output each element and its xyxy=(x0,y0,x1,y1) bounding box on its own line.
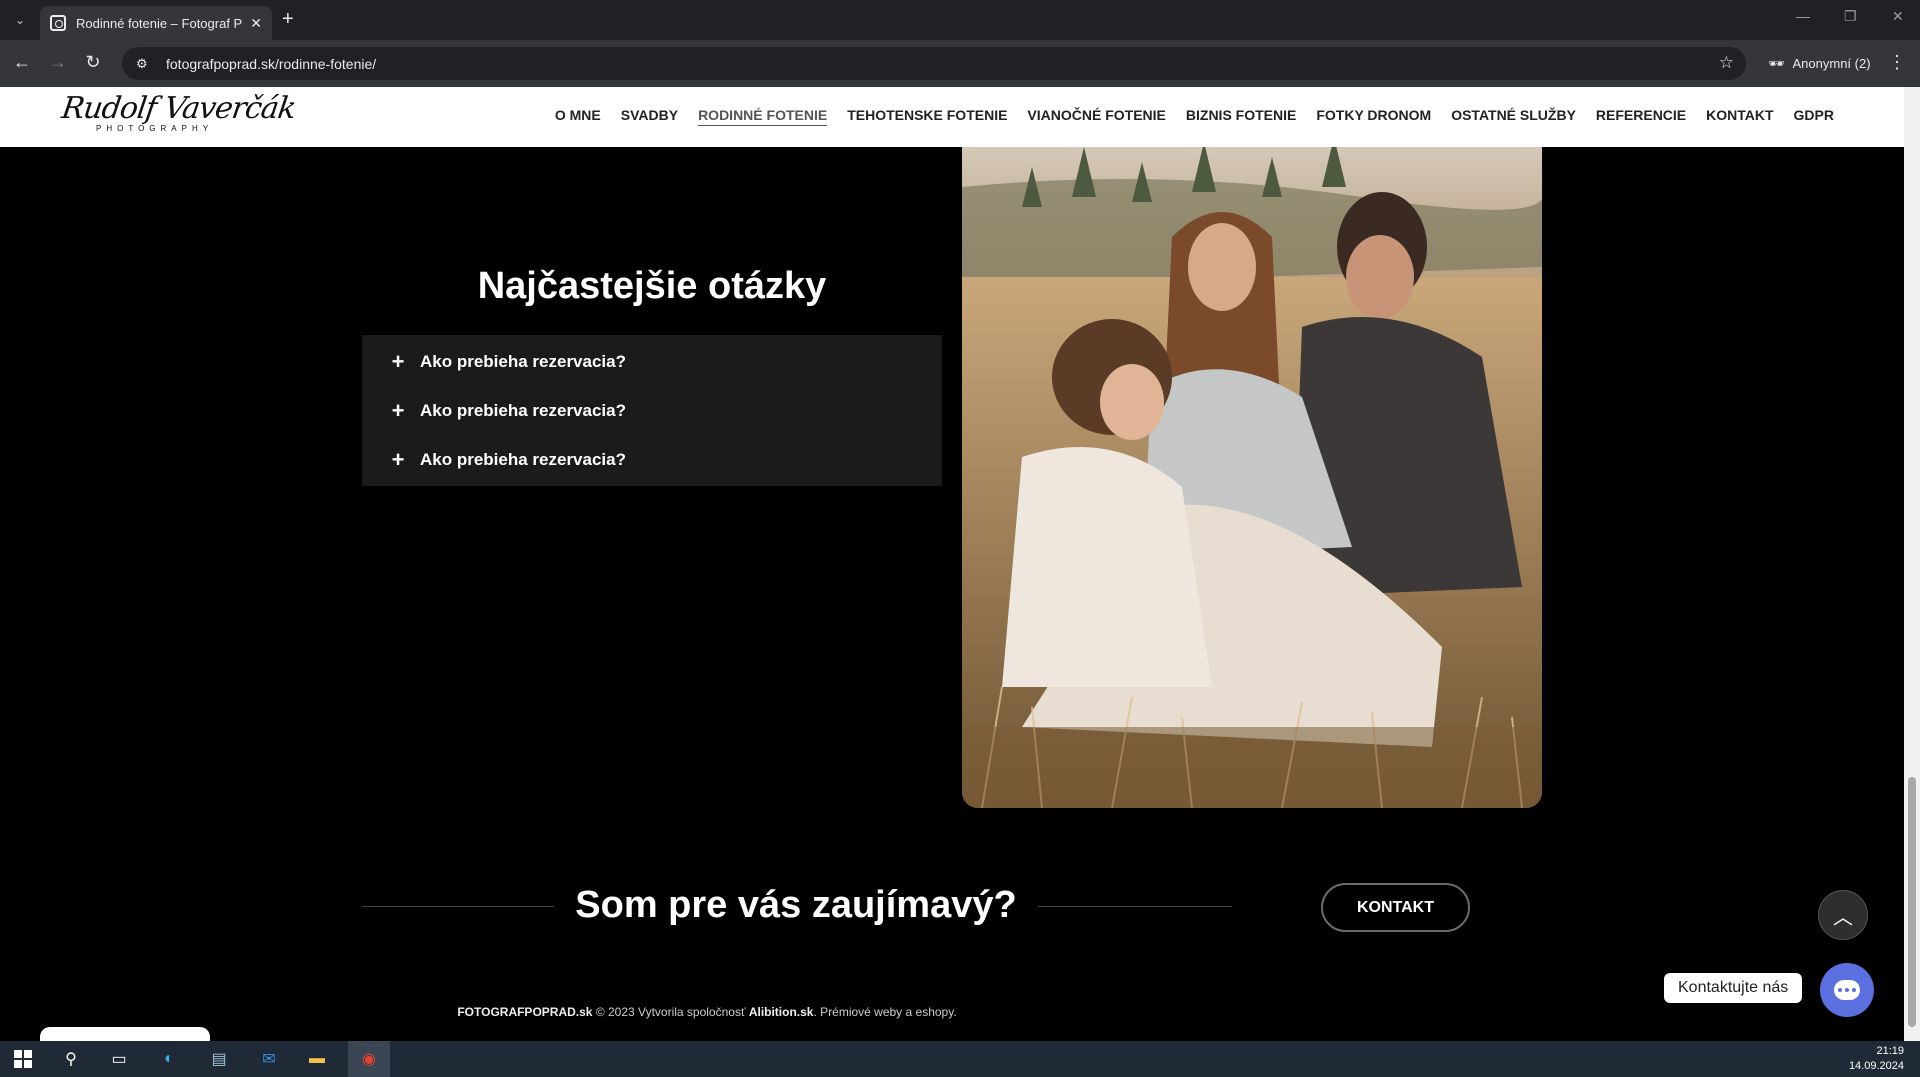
chat-widget-button[interactable] xyxy=(1820,963,1874,1017)
windows-start-icon[interactable] xyxy=(10,1047,36,1071)
profile-label: Anonymní (2) xyxy=(1792,56,1871,71)
faq-question: Ako prebieha rezervacia? xyxy=(420,449,626,469)
mail-icon[interactable]: ✉ xyxy=(256,1047,282,1071)
menu-item-biznis-fotenie[interactable]: BIZNIS FOTENIE xyxy=(1186,107,1296,126)
camera-favicon-icon xyxy=(50,15,66,31)
address-bar[interactable]: ⚙ fotografpoprad.sk/rodinne-fotenie/ ☆ xyxy=(122,47,1746,80)
menu-item-kontakt[interactable]: KONTAKT xyxy=(1706,107,1773,126)
web-page: Rudolf Vaverčák PHOTOGRAPHY O MNE SVADBY… xyxy=(0,87,1904,1041)
reload-icon[interactable]: ↻ xyxy=(81,52,105,73)
logo-signature: Rudolf Vaverčák xyxy=(59,91,298,126)
notepad-icon[interactable]: ▤ xyxy=(206,1047,232,1071)
menu-item-rodinne-fotenie[interactable]: RODINNÉ FOTENIE xyxy=(698,107,828,126)
menu-item-referencie[interactable]: REFERENCIE xyxy=(1596,107,1686,126)
faq-question: Ako prebieha rezervacia? xyxy=(420,400,626,420)
plus-icon: + xyxy=(391,397,405,423)
back-arrow-icon[interactable]: ← xyxy=(10,52,34,73)
menu-item-fotky-dronom[interactable]: FOTKY DRONOM xyxy=(1316,107,1431,126)
menu-item-svadby[interactable]: SVADBY xyxy=(621,107,678,126)
faq-item[interactable]: + Ako prebieha rezervacia? xyxy=(362,337,942,386)
menu-item-ostatne-sluzby[interactable]: OSTATNÉ SLUŽBY xyxy=(1451,107,1576,126)
browser-menu-icon[interactable]: ⋮ xyxy=(1888,52,1906,73)
family-photo xyxy=(962,127,1542,808)
chat-bubble-icon xyxy=(1834,980,1860,1000)
close-window-icon[interactable]: ✕ xyxy=(1892,8,1904,25)
footer-tagline: . Prémiové weby a eshopy. xyxy=(813,1005,957,1019)
forward-arrow-icon[interactable]: → xyxy=(46,52,70,73)
chrome-icon[interactable]: ◉ xyxy=(356,1047,382,1071)
footer-brand[interactable]: FOTOGRAFPOPRAD.sk xyxy=(457,1005,592,1019)
main-menu: O MNE SVADBY RODINNÉ FOTENIE TEHOTENSKE … xyxy=(555,107,1834,126)
file-explorer-icon[interactable]: ▬ xyxy=(304,1047,330,1071)
minimize-icon[interactable]: — xyxy=(1796,8,1810,24)
browser-toolbar: ← → ↻ ⚙ fotografpoprad.sk/rodinne-foteni… xyxy=(0,40,1920,87)
kontakt-button[interactable]: KONTAKT xyxy=(1321,883,1470,932)
scroll-to-top-chevron-icon[interactable]: ︿ xyxy=(1818,890,1868,940)
scrollbar-thumb[interactable] xyxy=(1908,777,1916,1027)
site-settings-icon[interactable]: ⚙ xyxy=(136,56,152,72)
faq-item[interactable]: + Ako prebieha rezervacia? xyxy=(362,435,942,484)
menu-item-o-mne[interactable]: O MNE xyxy=(555,107,601,126)
cta-divider-right xyxy=(1038,906,1232,907)
menu-item-gdpr[interactable]: GDPR xyxy=(1794,107,1834,126)
page-scrollbar[interactable] xyxy=(1904,87,1920,1041)
url-text: fotografpoprad.sk/rodinne-fotenie/ xyxy=(166,55,377,72)
new-tab-plus-icon[interactable]: + xyxy=(282,8,294,31)
system-clock[interactable]: 21:19 14.09.2024 xyxy=(1849,1044,1904,1074)
close-tab-icon[interactable]: ✕ xyxy=(250,15,262,32)
faq-heading: Najčastejšie otázky xyxy=(477,265,827,307)
edge-browser-icon[interactable]: ◐ xyxy=(156,1047,182,1071)
incognito-profile-button[interactable]: 🕶 Anonymní (2) xyxy=(1756,47,1883,80)
tab-list-chevron-icon[interactable]: ⌄ xyxy=(8,8,32,32)
footer-copyright: © 2023 Vytvorila spoločnosť xyxy=(595,1005,746,1019)
faq-accordion: + Ako prebieha rezervacia? + Ako prebieh… xyxy=(362,335,942,486)
site-logo[interactable]: Rudolf Vaverčák PHOTOGRAPHY xyxy=(59,91,298,145)
cookie-widget-tab[interactable] xyxy=(40,1027,210,1041)
clock-date: 14.09.2024 xyxy=(1848,1060,1904,1072)
footer-company-link[interactable]: Alibition.sk xyxy=(749,1005,814,1019)
windows-taskbar: ⚲ ▭ ◐ ▤ ✉ ▬ ◉ 21:19 14.09.2024 xyxy=(0,1041,1920,1077)
cta-heading: Som pre vás zaujímavý? xyxy=(575,884,1017,926)
tab-title: Rodinné fotenie – Fotograf Pop xyxy=(76,15,243,31)
task-view-icon[interactable]: ▭ xyxy=(106,1047,132,1071)
faq-question: Ako prebieha rezervacia? xyxy=(420,351,626,371)
browser-tabbar: ⌄ Rodinné fotenie – Fotograf Pop ✕ + — ❐… xyxy=(0,0,1920,40)
browser-tab-active[interactable]: Rodinné fotenie – Fotograf Pop ✕ xyxy=(40,6,272,40)
incognito-icon: 🕶 xyxy=(1768,55,1785,71)
menu-item-vianocne-fotenie[interactable]: VIANOČNÉ FOTENIE xyxy=(1027,107,1165,126)
site-header: Rudolf Vaverčák PHOTOGRAPHY O MNE SVADBY… xyxy=(0,87,1904,147)
clock-time: 21:19 xyxy=(1876,1045,1904,1057)
chat-label[interactable]: Kontaktujte nás xyxy=(1664,973,1803,1003)
site-footer: FOTOGRAFPOPRAD.sk © 2023 Vytvorila spolo… xyxy=(0,1005,1414,1019)
menu-item-tehotenske-fotenie[interactable]: TEHOTENSKE FOTENIE xyxy=(847,107,1007,126)
cta-divider-left xyxy=(362,906,554,907)
plus-icon: + xyxy=(391,446,405,472)
search-icon[interactable]: ⚲ xyxy=(58,1047,84,1071)
faq-item[interactable]: + Ako prebieha rezervacia? xyxy=(362,386,942,435)
restore-icon[interactable]: ❐ xyxy=(1844,8,1857,25)
bookmark-star-icon[interactable]: ☆ xyxy=(1719,53,1734,73)
plus-icon: + xyxy=(391,348,405,374)
